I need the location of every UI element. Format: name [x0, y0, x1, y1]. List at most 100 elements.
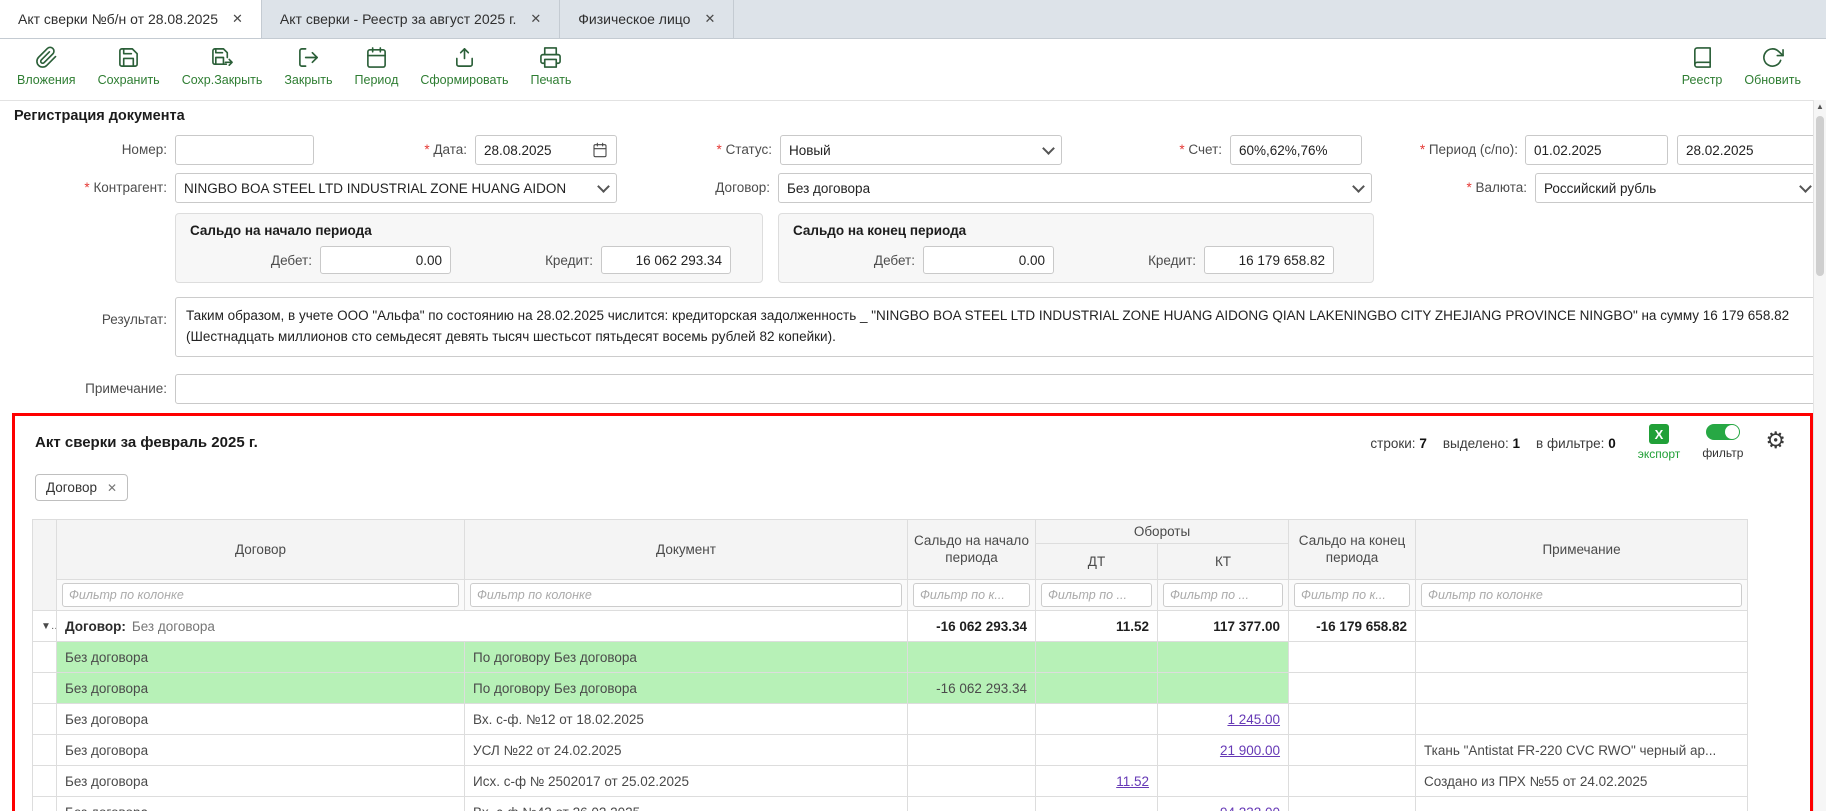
- save-button[interactable]: Сохранить: [87, 46, 171, 87]
- paperclip-icon: [35, 46, 58, 69]
- period-to-input[interactable]: [1677, 135, 1819, 165]
- registry-icon: [1691, 46, 1714, 69]
- column-header-note[interactable]: Примечание: [1416, 520, 1748, 580]
- save-icon: [117, 46, 140, 69]
- table-row[interactable]: Без договора По договору Без договора: [33, 642, 1748, 673]
- amount-link[interactable]: 1 245.00: [1227, 712, 1280, 727]
- saldo-end-credit-input[interactable]: [1204, 246, 1334, 274]
- filter-input-saldo-start[interactable]: [913, 583, 1030, 607]
- cell-contract: Без договора: [57, 704, 465, 735]
- amount-link[interactable]: 94 232.00: [1220, 805, 1280, 811]
- tab-fizicheskoe-lico[interactable]: Физическое лицо ✕: [560, 0, 734, 38]
- column-header-saldo-start[interactable]: Сальдо на начало периода: [908, 520, 1036, 580]
- cell-dt: [1036, 673, 1158, 704]
- close-icon[interactable]: ✕: [704, 11, 715, 27]
- chip-label: Договор: [46, 480, 97, 495]
- cell-saldo-end: [1289, 735, 1416, 766]
- grid-title: Акт сверки за февраль 2025 г.: [35, 434, 258, 451]
- table-row[interactable]: Без договора Вх. с-ф. №12 от 18.02.2025 …: [33, 704, 1748, 735]
- currency-select[interactable]: Российский рубль: [1535, 173, 1819, 203]
- vertical-scrollbar[interactable]: ▲: [1813, 100, 1826, 811]
- calendar-icon[interactable]: [592, 142, 608, 158]
- date-input[interactable]: 28.08.2025: [475, 135, 617, 165]
- selected-counter: выделено: 1: [1443, 436, 1520, 451]
- cell-contract: Без договора: [57, 673, 465, 704]
- contractor-select[interactable]: NINGBO BOA STEEL LTD INDUSTRIAL ZONE HUA…: [175, 173, 617, 203]
- tab-act-sverki-reestr[interactable]: Акт сверки - Реестр за август 2025 г. ✕: [262, 0, 560, 38]
- filter-toggle[interactable]: фильтр: [1702, 424, 1743, 460]
- scrollbar-thumb[interactable]: [1816, 116, 1824, 276]
- table-row[interactable]: Без договора Вх. с-ф №43 от 26.02.2025 9…: [33, 797, 1748, 811]
- filter-input-note[interactable]: [1421, 583, 1742, 607]
- print-button[interactable]: Печать: [519, 46, 582, 87]
- number-input[interactable]: [175, 135, 314, 165]
- cell-dt: [1036, 704, 1158, 735]
- refresh-label: Обновить: [1744, 73, 1801, 87]
- cell-note: [1416, 797, 1748, 811]
- toolbar: Вложения Сохранить Сохр.Закрыть Закрыть …: [0, 39, 1826, 108]
- date-label: Дата:: [340, 135, 467, 165]
- column-header-kt[interactable]: КТ: [1158, 544, 1289, 580]
- save-close-button[interactable]: Сохр.Закрыть: [171, 46, 274, 87]
- table-row[interactable]: Без договора По договору Без договора -1…: [33, 673, 1748, 704]
- save-close-icon: [211, 46, 234, 69]
- export-button[interactable]: X экспорт: [1638, 424, 1681, 461]
- status-select[interactable]: Новый: [780, 135, 1062, 165]
- generate-button[interactable]: Сформировать: [409, 46, 519, 87]
- cell-saldo-end: [1289, 797, 1416, 811]
- generate-icon: [453, 46, 476, 69]
- expand-column-header: [33, 520, 57, 611]
- filter-chip-dogovor[interactable]: Договор ✕: [35, 474, 128, 501]
- group-saldo-start: -16 062 293.34: [908, 611, 1036, 642]
- cell-note: Создано из ПРХ №55 от 24.02.2025: [1416, 766, 1748, 797]
- account-input[interactable]: [1230, 135, 1362, 165]
- close-button[interactable]: Закрыть: [273, 46, 343, 87]
- note-label: Примечание:: [30, 374, 167, 404]
- toggle-on-icon[interactable]: [1706, 424, 1740, 440]
- collapse-icon[interactable]: ▼: [33, 611, 57, 642]
- table-row[interactable]: Без договора УСЛ №22 от 24.02.2025 21 90…: [33, 735, 1748, 766]
- column-header-dt[interactable]: ДТ: [1036, 544, 1158, 580]
- tab-act-sverki[interactable]: Акт сверки №б/н от 28.08.2025 ✕: [0, 0, 262, 38]
- registry-button[interactable]: Реестр: [1671, 46, 1734, 87]
- close-icon[interactable]: ✕: [232, 11, 243, 27]
- group-kt: 117 377.00: [1158, 611, 1289, 642]
- generate-label: Сформировать: [420, 73, 508, 87]
- column-header-saldo-end[interactable]: Сальдо на конец периода: [1289, 520, 1416, 580]
- contract-select[interactable]: Без договора: [778, 173, 1372, 203]
- saldo-start-debit-input[interactable]: [320, 246, 451, 274]
- filter-input-dt[interactable]: [1041, 583, 1152, 607]
- group-row[interactable]: ▼ Договор:Без договора -16 062 293.34 11…: [33, 611, 1748, 642]
- period-from-input[interactable]: [1525, 135, 1668, 165]
- filter-input-saldo-end[interactable]: [1294, 583, 1410, 607]
- amount-link[interactable]: 11.52: [1116, 774, 1149, 789]
- toolbar-right: Реестр Обновить: [1671, 46, 1812, 87]
- saldo-start-title: Сальдо на начало периода: [190, 223, 748, 238]
- filter-input-document[interactable]: [470, 583, 902, 607]
- period-button[interactable]: Период: [344, 46, 410, 87]
- result-text: Таким образом, в учете ООО "Альфа" по со…: [175, 297, 1819, 357]
- attachments-button[interactable]: Вложения: [6, 46, 87, 87]
- close-icon[interactable]: ✕: [530, 11, 541, 27]
- close-icon[interactable]: ✕: [107, 481, 117, 495]
- close-label: Закрыть: [284, 73, 332, 87]
- refresh-button[interactable]: Обновить: [1733, 46, 1812, 87]
- saldo-end-debit-input[interactable]: [923, 246, 1054, 274]
- amount-link[interactable]: 21 900.00: [1220, 743, 1280, 758]
- print-label: Печать: [530, 73, 571, 87]
- filter-input-contract[interactable]: [62, 583, 459, 607]
- column-header-contract[interactable]: Договор: [57, 520, 465, 580]
- filter-input-kt[interactable]: [1163, 583, 1283, 607]
- cell-saldo-start: [908, 642, 1036, 673]
- gear-icon[interactable]: ⚙: [1765, 429, 1786, 452]
- column-header-document[interactable]: Документ: [465, 520, 908, 580]
- reconciliation-grid-section: Акт сверки за февраль 2025 г. строки: 7 …: [12, 413, 1813, 811]
- cell-saldo-end: [1289, 766, 1416, 797]
- saldo-start-credit-input[interactable]: [601, 246, 731, 274]
- note-input[interactable]: [175, 374, 1819, 404]
- table-row[interactable]: Без договора Исх. с-ф № 2502017 от 25.02…: [33, 766, 1748, 797]
- status-label: Статус:: [640, 135, 772, 165]
- contract-label: Договор:: [640, 173, 770, 203]
- scroll-up-icon[interactable]: ▲: [1814, 102, 1826, 111]
- tab-label: Физическое лицо: [578, 11, 690, 27]
